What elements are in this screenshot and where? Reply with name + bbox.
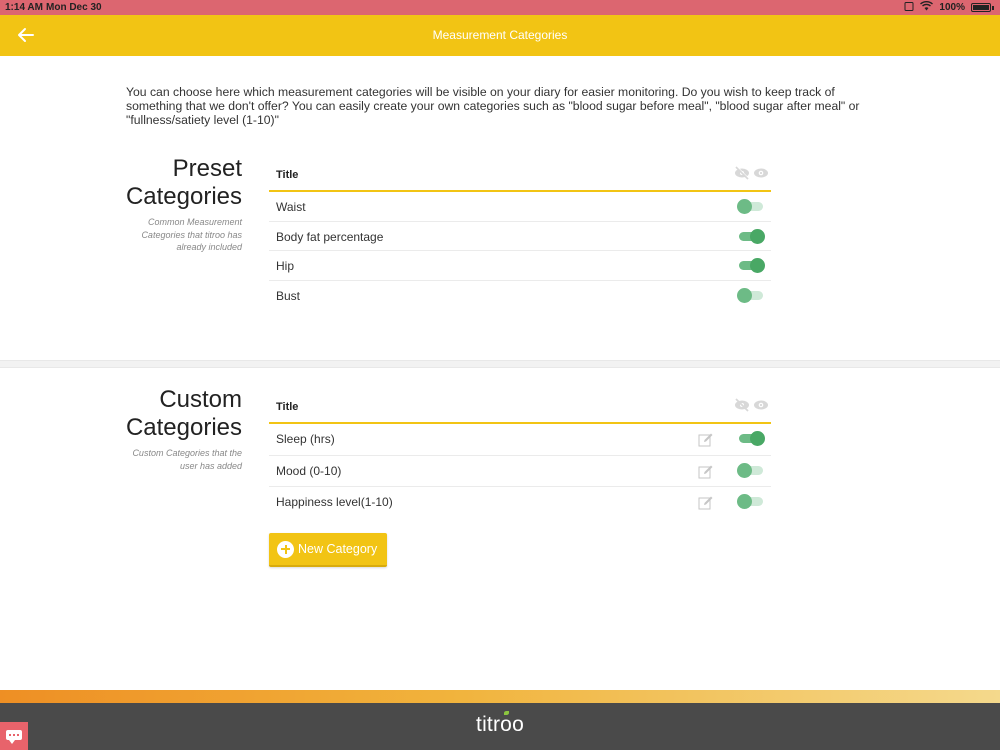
visibility-toggle[interactable] [737, 431, 765, 446]
status-right: 100% [904, 1, 994, 14]
preset-title-line2: Categories [125, 183, 242, 210]
custom-subtitle: Custom Categories that the user has adde… [132, 448, 242, 471]
preset-categories-table: Title Waist Body fat percentage Hip Bust [269, 160, 771, 310]
eye-slash-icon [735, 398, 749, 412]
eye-icon [754, 400, 768, 410]
status-bar: 1:14 AM Mon Dec 30 100% [0, 0, 1000, 15]
visibility-toggle[interactable] [737, 199, 765, 214]
category-label: Mood (0-10) [276, 463, 342, 478]
category-label: Waist [276, 200, 306, 214]
preset-subtitle: Common Measurement Categories that titro… [141, 217, 242, 252]
edit-button[interactable] [698, 432, 714, 452]
pencil-edit-icon [698, 433, 713, 447]
category-label: Bust [276, 288, 301, 303]
visibility-toggle[interactable] [737, 228, 765, 244]
footer: titr oo [0, 703, 1000, 750]
pencil-edit-icon [698, 496, 713, 510]
status-date: Mon Dec 30 [46, 2, 102, 13]
list-item: Body fat percentage [269, 222, 771, 251]
footer-gradient-bar [0, 690, 1000, 703]
visibility-icons [734, 398, 769, 412]
custom-categories-table: Title Sleep (hrs) Mood (0-10) Happiness … [269, 392, 771, 519]
battery-icon [971, 3, 991, 12]
category-label: Happiness level(1-10) [276, 495, 393, 509]
list-item: Sleep (hrs) [269, 424, 771, 456]
visibility-toggle[interactable] [737, 287, 765, 303]
table-header: Title [269, 392, 771, 424]
visibility-icons [734, 166, 769, 180]
battery-tip [992, 5, 994, 10]
section-divider [0, 360, 1000, 368]
preset-title-line1: Preset [172, 155, 242, 182]
custom-title-line2: Categories [125, 414, 242, 441]
column-title: Title [276, 169, 299, 181]
intro-text: You can choose here which measurement ca… [126, 85, 860, 127]
visibility-toggle[interactable] [737, 258, 765, 273]
edit-button[interactable] [698, 464, 714, 484]
ipad-icon [904, 1, 914, 14]
eye-icon [754, 168, 768, 178]
custom-title-line1: Custom [159, 386, 242, 413]
custom-section-heading: Custom Categories Custom Categories that… [115, 386, 242, 472]
category-label: Hip [276, 259, 295, 273]
eye-slash-icon [735, 166, 750, 180]
visibility-toggle[interactable] [737, 494, 765, 509]
category-label: Body fat percentage [276, 229, 384, 244]
titroo-logo: titr oo [476, 711, 524, 736]
new-category-button[interactable]: New Category [269, 533, 387, 567]
table-header: Title [269, 160, 771, 192]
visibility-toggle[interactable] [737, 462, 765, 478]
list-item: Bust [269, 281, 771, 311]
preset-section-heading: Preset Categories Common Measurement Cat… [115, 155, 242, 254]
status-time: 1:14 AM [5, 2, 43, 13]
wifi-icon [920, 1, 934, 14]
page-title: Measurement Categories [432, 28, 568, 42]
plus-circle-icon [277, 540, 294, 558]
list-item: Happiness level(1-10) [269, 487, 771, 519]
list-item: Mood (0-10) [269, 456, 771, 487]
battery-percent: 100% [939, 2, 965, 13]
top-bar: Measurement Categories [0, 15, 1000, 56]
category-label: Sleep (hrs) [276, 432, 335, 446]
list-item: Waist [269, 192, 771, 222]
column-title: Title [276, 401, 299, 413]
chat-button[interactable] [0, 722, 28, 750]
pencil-edit-icon [698, 465, 713, 478]
new-category-label: New Category [298, 542, 378, 556]
list-item: Hip [269, 251, 771, 281]
edit-button[interactable] [698, 495, 714, 515]
